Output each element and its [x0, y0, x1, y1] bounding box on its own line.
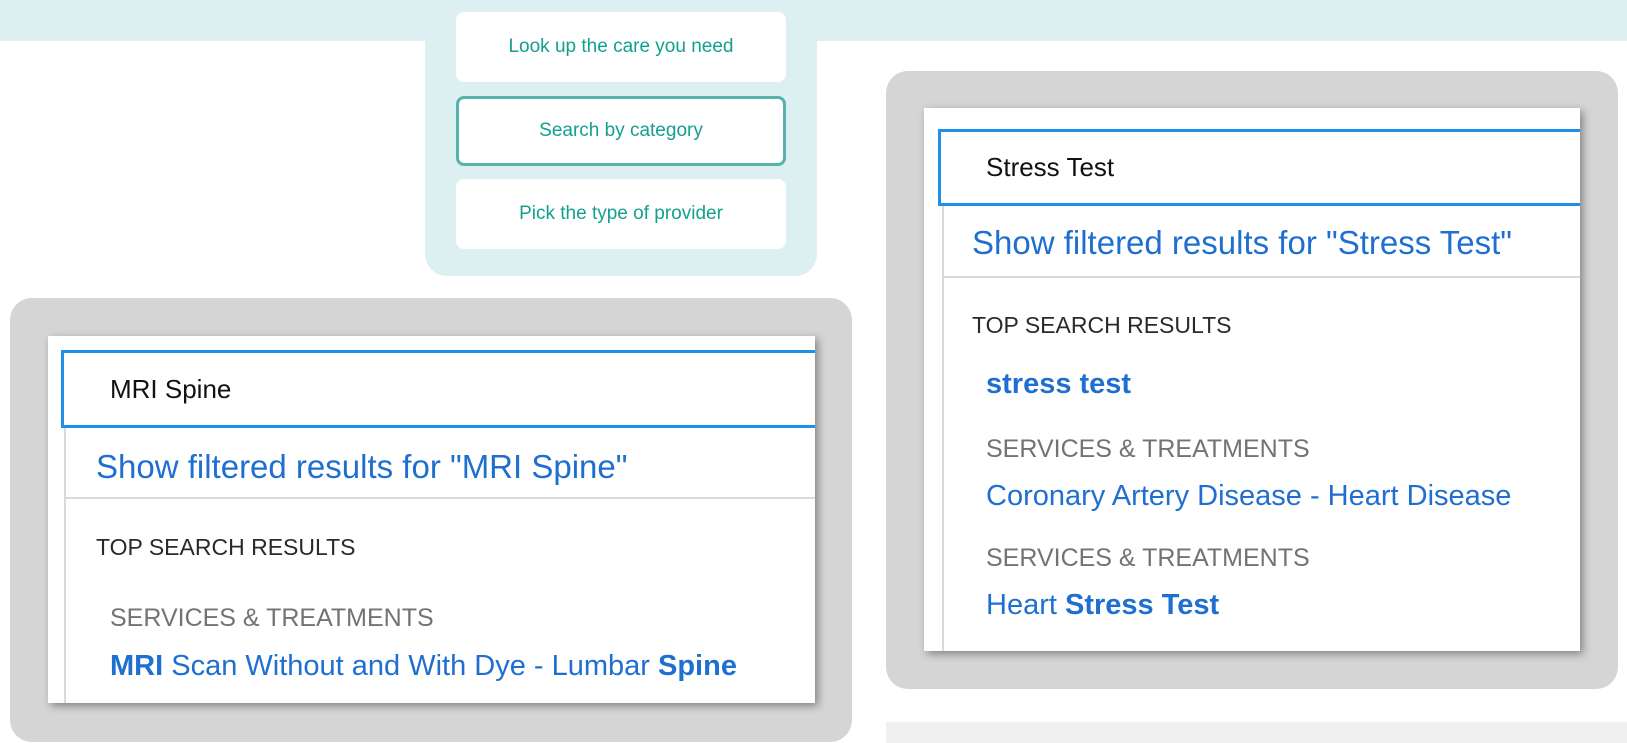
services-treatments-label: SERVICES & TREATMENTS: [986, 435, 1310, 463]
result-match-text: MRI: [110, 650, 164, 682]
left-example-panel: MRI Spine Show filtered results for "MRI…: [10, 298, 852, 742]
result-match-text: stress test: [986, 368, 1132, 400]
filtered-results-link[interactable]: Show filtered results for "MRI Spine": [96, 448, 627, 486]
right-search-dropdown: Stress Test Show filtered results for "S…: [924, 108, 1580, 651]
services-treatments-label: SERVICES & TREATMENTS: [986, 544, 1310, 572]
divider: [64, 497, 815, 499]
search-result-item[interactable]: MRI Scan Without and With Dye - Lumbar S…: [110, 650, 737, 683]
right-rail: [942, 206, 944, 651]
search-input[interactable]: Stress Test: [938, 129, 1580, 206]
search-result-item[interactable]: Coronary Artery Disease - Heart Disease: [986, 480, 1511, 513]
search-result-item[interactable]: stress test: [986, 368, 1131, 401]
search-options-panel: Look up the care you need Search by cate…: [425, 0, 817, 276]
left-search-dropdown: MRI Spine Show filtered results for "MRI…: [48, 336, 815, 703]
top-search-results-heading: TOP SEARCH RESULTS: [972, 312, 1232, 338]
filtered-results-link[interactable]: Show filtered results for "Stress Test": [972, 224, 1512, 262]
option-pick-provider-type[interactable]: Pick the type of provider: [456, 179, 786, 249]
result-text: Scan Without and With Dye - Lumbar: [163, 650, 658, 682]
bottom-strip: [886, 722, 1627, 743]
result-match-text: Stress Test: [1064, 589, 1220, 621]
top-search-results-heading: TOP SEARCH RESULTS: [96, 534, 356, 560]
search-result-item[interactable]: Heart Stress Test: [986, 589, 1219, 622]
option-search-by-category[interactable]: Search by category: [456, 96, 786, 166]
services-treatments-label: SERVICES & TREATMENTS: [110, 604, 434, 632]
result-text: Heart: [986, 589, 1065, 621]
option-look-up-care[interactable]: Look up the care you need: [456, 12, 786, 82]
result-match-text: Spine: [657, 650, 737, 682]
search-input[interactable]: MRI Spine: [61, 350, 815, 428]
divider: [942, 276, 1580, 278]
right-example-panel: Stress Test Show filtered results for "S…: [886, 71, 1618, 689]
left-rail: [64, 428, 66, 703]
